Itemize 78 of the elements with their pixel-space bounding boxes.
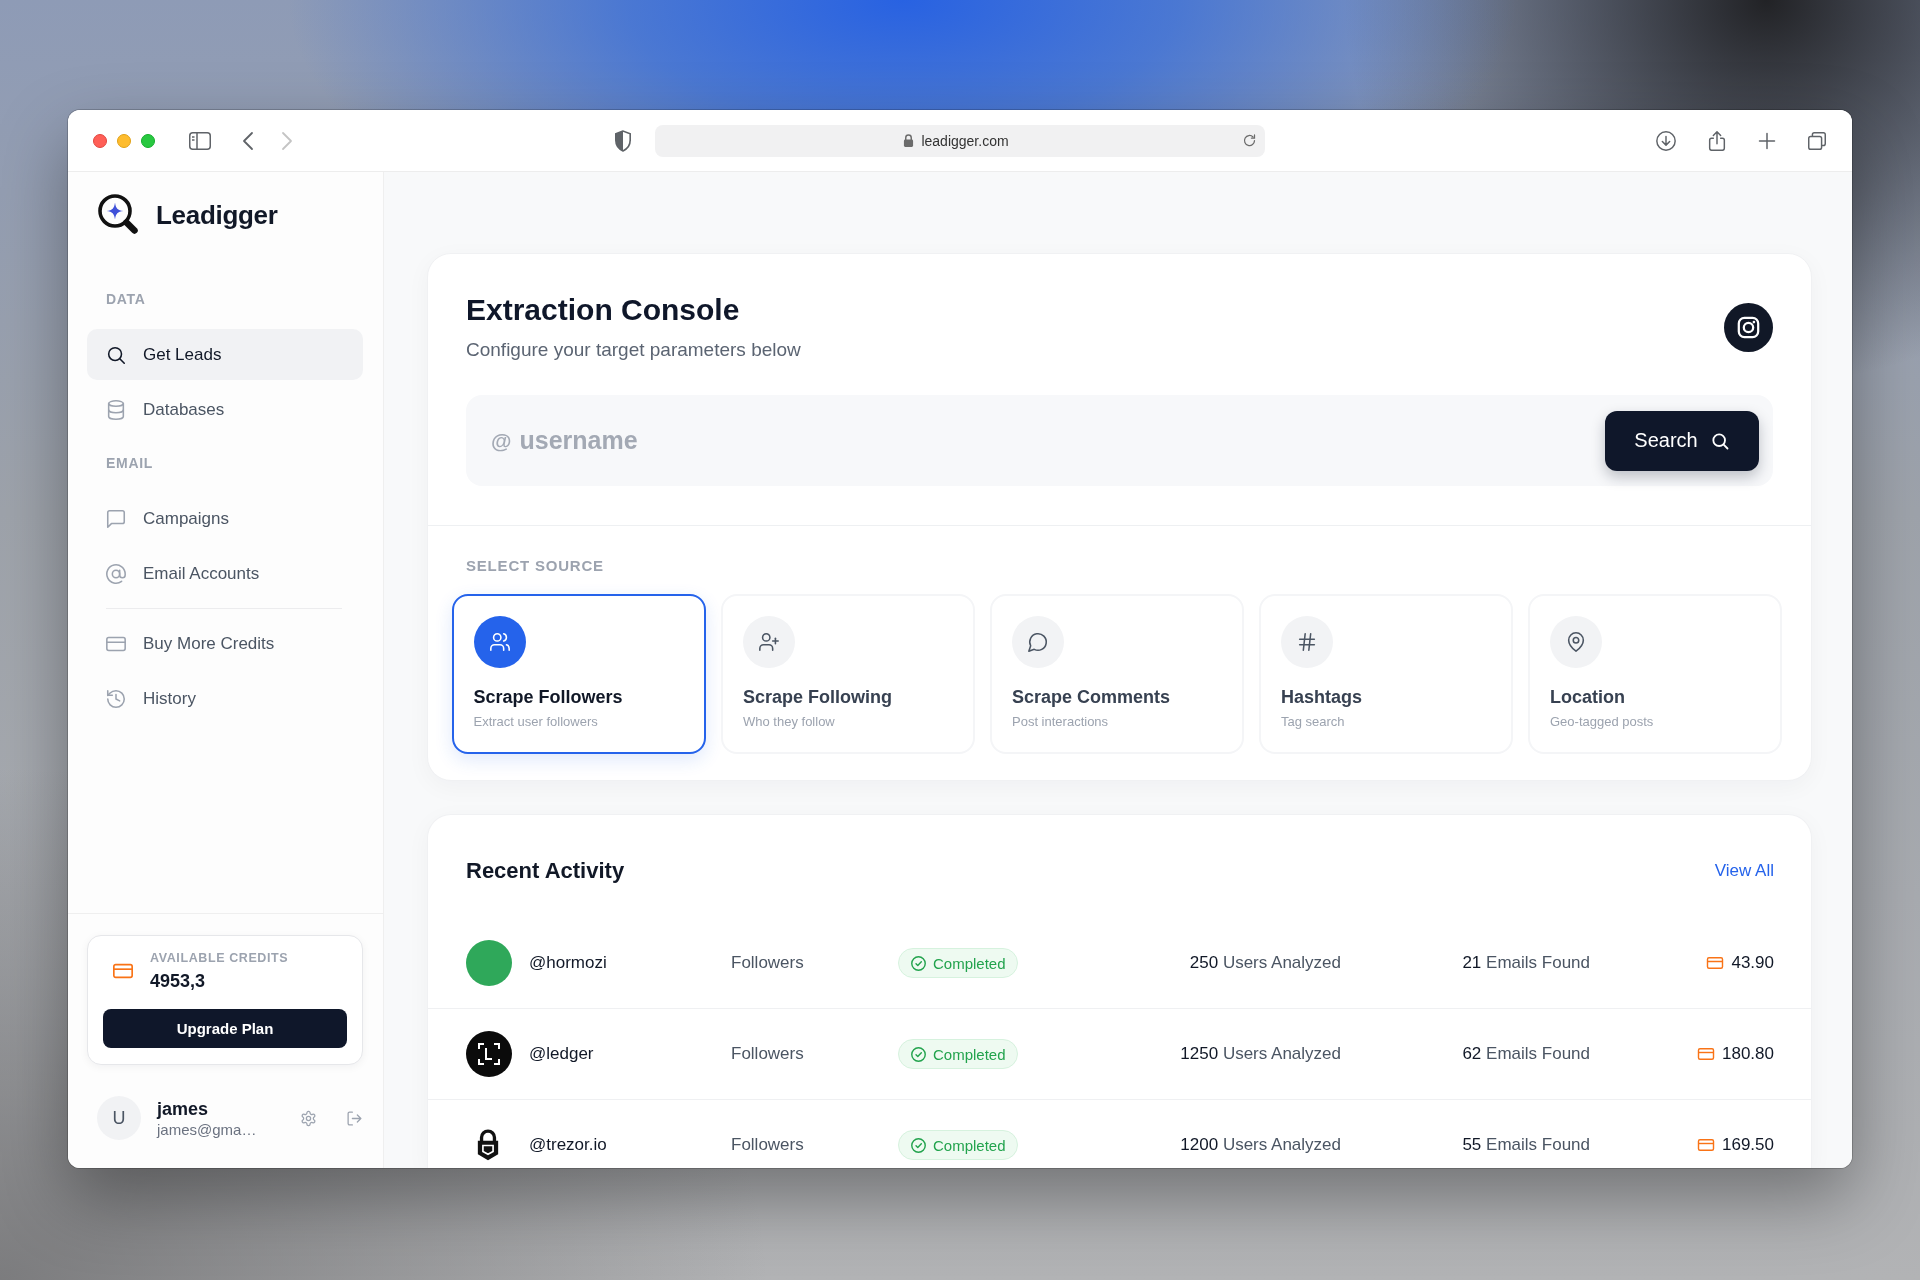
sidebar-item[interactable]: Get Leads	[87, 329, 363, 380]
logout-icon[interactable]	[346, 1109, 363, 1127]
credit-card-icon	[1697, 1136, 1715, 1154]
new-tab-plus-icon[interactable]	[1757, 130, 1777, 151]
user-email: james@gma…	[157, 1119, 258, 1139]
close-window-button[interactable]	[93, 133, 107, 148]
at-sign-icon	[105, 562, 127, 585]
emails-found-text: 55 Emails Found	[1461, 1135, 1590, 1155]
emails-found-text: 21 Emails Found	[1461, 953, 1590, 973]
sidebar-item[interactable]: Databases	[87, 384, 363, 435]
emails-found-text: 62 Emails Found	[1461, 1044, 1590, 1064]
handle-text: @ledger	[529, 1044, 595, 1064]
upgrade-plan-button[interactable]: Upgrade Plan	[103, 1009, 347, 1048]
sidebar-item[interactable]: Buy More Credits	[87, 618, 363, 669]
source-type-text: Followers	[731, 1044, 805, 1064]
user-avatar: U	[97, 1096, 141, 1140]
check-circle-icon	[910, 1045, 927, 1063]
search-button[interactable]: Search	[1605, 410, 1759, 471]
section-label: DATA	[106, 290, 147, 308]
source-card[interactable]: Hashtags Tag search	[1259, 594, 1513, 754]
sidebar-item[interactable]: Email Accounts	[87, 548, 363, 599]
shield-icon[interactable]	[614, 129, 632, 152]
handle-text: @hormozi	[529, 953, 608, 973]
zoom-window-button[interactable]	[141, 133, 155, 148]
check-circle-icon	[910, 1136, 927, 1154]
sidebar-item[interactable]: Campaigns	[87, 493, 363, 544]
console-title: Extraction Console	[466, 292, 741, 328]
source-card[interactable]: Scrape Comments Post interactions	[990, 594, 1244, 754]
reload-icon[interactable]	[1242, 133, 1257, 148]
bracket-logo-icon	[466, 1031, 512, 1077]
source-card[interactable]: Scrape Following Who they follow	[721, 594, 975, 754]
source-card[interactable]: Scrape Followers Extract user followers	[452, 594, 706, 754]
credit-card-icon	[1697, 1045, 1715, 1063]
camera-logo-icon[interactable]	[1724, 302, 1773, 352]
credit-card-icon	[1706, 954, 1725, 972]
credits-value: 4953,3	[150, 970, 207, 992]
check-circle-icon	[910, 954, 927, 972]
address-bar[interactable]: leadigger.com	[655, 124, 1265, 157]
credits-amount: 169.50	[1722, 1135, 1774, 1155]
chat-bubble-icon	[105, 507, 127, 530]
search-icon	[1709, 430, 1730, 451]
section-label: EMAIL	[106, 454, 155, 472]
chat-bubble-icon	[1012, 616, 1064, 668]
view-all-link[interactable]: View All	[1714, 861, 1774, 881]
status-text: Completed	[933, 1045, 1006, 1063]
credits-label: AVAILABLE CREDITS	[150, 950, 289, 966]
photo-placeholder	[466, 940, 512, 986]
settings-icon[interactable]	[300, 1109, 317, 1127]
database-icon	[105, 398, 127, 421]
back-chevron-icon[interactable]	[242, 130, 254, 151]
handle-text: @trezor.io	[529, 1135, 608, 1155]
section-label: SELECT SOURCE	[466, 557, 605, 575]
activity-title: Recent Activity	[466, 858, 625, 884]
padlock-icon	[476, 1129, 500, 1161]
status-text: Completed	[933, 1136, 1006, 1154]
map-pin-icon	[1550, 616, 1602, 668]
credits-amount: 180.80	[1722, 1044, 1774, 1064]
download-icon[interactable]	[1655, 129, 1677, 152]
credits-amount: 43.90	[1731, 953, 1774, 973]
hash-icon	[1281, 616, 1333, 668]
sidebar-toggle-icon[interactable]	[189, 131, 211, 150]
source-card[interactable]: Location Geo-tagged posts	[1528, 594, 1782, 754]
username-field[interactable]: @ username Search	[466, 395, 1773, 486]
users-analyzed-text: 1250 Users Analyzed	[1179, 1044, 1341, 1064]
tabs-overview-icon[interactable]	[1806, 129, 1828, 152]
brand-name: Leadigger	[156, 199, 278, 231]
user-plus-icon	[743, 616, 795, 668]
console-subtitle: Configure your target parameters below	[466, 338, 801, 362]
lock-icon	[903, 134, 915, 147]
source-type-text: Followers	[731, 953, 805, 973]
status-text: Completed	[933, 954, 1006, 972]
history-icon	[105, 687, 127, 710]
source-type-text: Followers	[731, 1135, 805, 1155]
share-icon[interactable]	[1706, 128, 1728, 153]
users-analyzed-text: 1200 Users Analyzed	[1179, 1135, 1341, 1155]
users-analyzed-text: 250 Users Analyzed	[1188, 953, 1341, 973]
user-name: james	[157, 1097, 210, 1120]
sidebar-item[interactable]: History	[87, 673, 363, 724]
